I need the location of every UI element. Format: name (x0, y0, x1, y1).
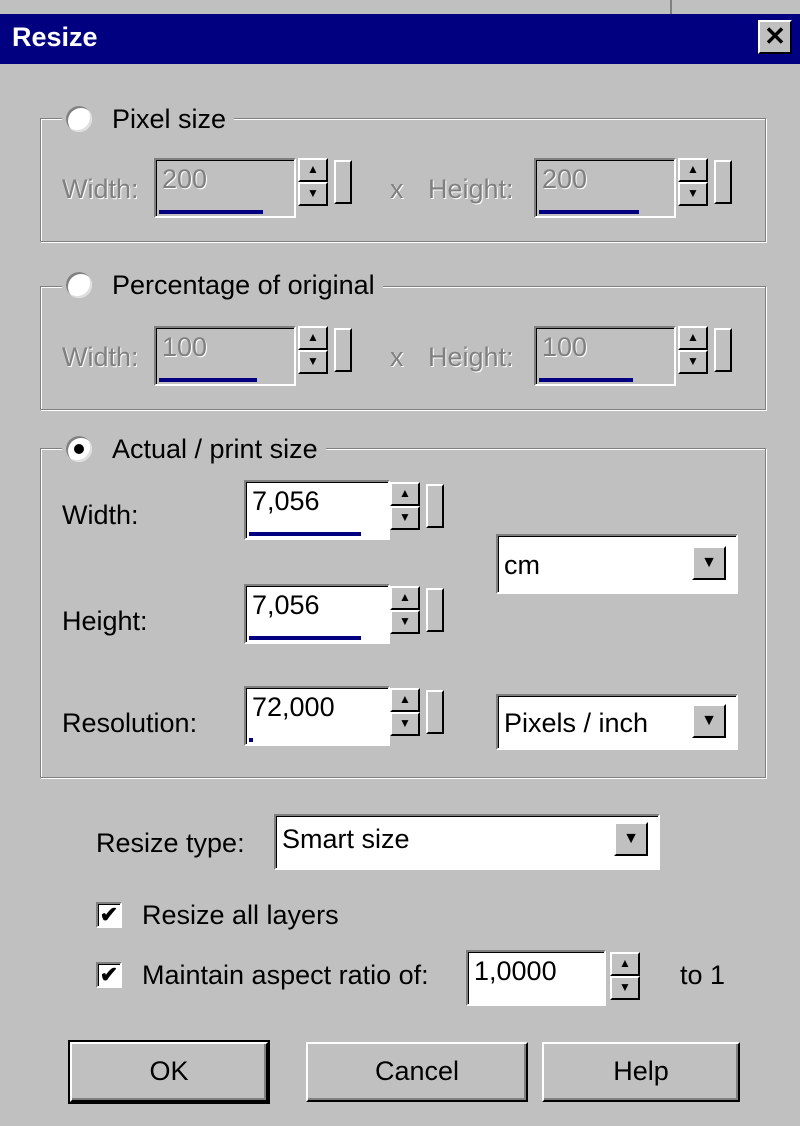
resize-all-layers-checkbox[interactable]: ✔ (96, 902, 122, 928)
percent-width-label: Width: (62, 342, 139, 372)
actual-width-spinner[interactable]: ▲ ▼ (390, 482, 420, 530)
unit-dropdown[interactable]: cm ▼ (496, 534, 738, 594)
window-title: Resize (12, 22, 98, 52)
pixel-width-preset-button[interactable] (334, 160, 352, 204)
cancel-button[interactable]: Cancel (306, 1042, 528, 1102)
background-window-strip (600, 0, 800, 14)
percent-width-spinner[interactable]: ▲ ▼ (298, 326, 328, 374)
percent-width-progress (159, 378, 257, 382)
actual-height-value: 7,056 (252, 590, 320, 620)
arrow-up-icon[interactable]: ▲ (678, 326, 708, 350)
percentage-radio[interactable] (66, 272, 92, 298)
pixel-width-input[interactable]: 200 (154, 158, 296, 218)
aspect-ratio-suffix: to 1 (680, 960, 726, 990)
title-bar[interactable] (0, 14, 800, 64)
actual-width-label: Width: (62, 500, 139, 530)
arrow-down-icon[interactable]: ▼ (298, 182, 328, 206)
actual-width-value: 7,056 (252, 486, 320, 516)
percent-width-input[interactable]: 100 (154, 326, 296, 386)
arrow-down-icon[interactable]: ▼ (390, 712, 420, 736)
actual-height-spinner[interactable]: ▲ ▼ (390, 586, 420, 634)
percent-height-value: 100 (542, 332, 588, 362)
close-icon: ✕ (764, 21, 786, 51)
actual-width-input[interactable]: 7,056 (244, 480, 390, 540)
check-icon: ✔ (99, 962, 119, 987)
arrow-down-icon[interactable]: ▼ (298, 350, 328, 374)
resize-type-dropdown[interactable]: Smart size ▼ (274, 814, 660, 870)
pixel-width-progress (159, 210, 263, 214)
maintain-aspect-checkbox[interactable]: ✔ (96, 962, 122, 988)
actual-size-legend: Actual / print size (62, 432, 326, 466)
pixel-times-label: x (390, 174, 404, 204)
resolution-unit-dropdown[interactable]: Pixels / inch ▼ (496, 694, 738, 750)
chevron-down-icon[interactable]: ▼ (692, 704, 726, 738)
pixel-width-value: 200 (162, 164, 208, 194)
arrow-down-icon[interactable]: ▼ (678, 182, 708, 206)
chevron-down-icon[interactable]: ▼ (614, 822, 648, 856)
pixel-height-spinner[interactable]: ▲ ▼ (678, 158, 708, 206)
pixel-height-label: Height: (428, 174, 514, 204)
aspect-ratio-input[interactable]: 1,0000 (466, 950, 606, 1006)
pixel-height-value: 200 (542, 164, 588, 194)
ok-button[interactable]: OK (68, 1040, 270, 1104)
resize-type-value: Smart size (282, 824, 410, 854)
close-button[interactable]: ✕ (758, 20, 792, 54)
pixel-size-legend: Pixel size (62, 102, 235, 136)
pixel-height-progress (539, 210, 639, 214)
arrow-up-icon[interactable]: ▲ (678, 158, 708, 182)
actual-width-progress (249, 532, 361, 536)
actual-width-preset-button[interactable] (426, 484, 444, 528)
pixel-height-input[interactable]: 200 (534, 158, 676, 218)
resolution-input[interactable]: 72,000 (244, 686, 390, 746)
background-window-divider (670, 0, 672, 14)
resolution-unit-value: Pixels / inch (504, 708, 649, 738)
percentage-label: Percentage of original (112, 270, 375, 300)
percent-width-preset-button[interactable] (334, 328, 352, 372)
unit-dropdown-value: cm (504, 550, 540, 580)
percent-height-label: Height: (428, 342, 514, 372)
arrow-up-icon[interactable]: ▲ (390, 586, 420, 610)
check-icon: ✔ (99, 902, 119, 927)
pixel-width-spinner[interactable]: ▲ ▼ (298, 158, 328, 206)
resolution-progress (249, 738, 253, 742)
actual-size-label: Actual / print size (112, 434, 318, 464)
resize-all-layers-label: Resize all layers (142, 900, 339, 930)
help-button[interactable]: Help (542, 1042, 740, 1102)
chevron-down-icon[interactable]: ▼ (692, 546, 726, 580)
maintain-aspect-label: Maintain aspect ratio of: (142, 960, 429, 990)
percent-times-label: x (390, 342, 404, 372)
arrow-up-icon[interactable]: ▲ (298, 158, 328, 182)
resize-type-label: Resize type: (96, 828, 245, 858)
pixel-height-preset-button[interactable] (714, 160, 732, 204)
arrow-up-icon[interactable]: ▲ (390, 482, 420, 506)
actual-height-preset-button[interactable] (426, 588, 444, 632)
pixel-width-label: Width: (62, 174, 139, 204)
arrow-down-icon[interactable]: ▼ (390, 610, 420, 634)
percentage-legend: Percentage of original (62, 268, 383, 302)
actual-height-progress (249, 636, 361, 640)
actual-height-input[interactable]: 7,056 (244, 584, 390, 644)
resolution-label: Resolution: (62, 708, 198, 738)
actual-size-radio[interactable] (66, 436, 92, 462)
resolution-spinner[interactable]: ▲ ▼ (390, 688, 420, 736)
arrow-down-icon[interactable]: ▼ (678, 350, 708, 374)
percent-height-input[interactable]: 100 (534, 326, 676, 386)
resolution-value: 72,000 (252, 692, 335, 722)
arrow-up-icon[interactable]: ▲ (390, 688, 420, 712)
pixel-size-radio[interactable] (66, 106, 92, 132)
radio-selected-dot (74, 444, 84, 454)
arrow-up-icon[interactable]: ▲ (610, 952, 640, 976)
percent-height-spinner[interactable]: ▲ ▼ (678, 326, 708, 374)
aspect-ratio-spinner[interactable]: ▲ ▼ (610, 952, 640, 1000)
pixel-size-label: Pixel size (112, 104, 227, 134)
percent-height-preset-button[interactable] (714, 328, 732, 372)
resolution-preset-button[interactable] (426, 690, 444, 734)
arrow-up-icon[interactable]: ▲ (298, 326, 328, 350)
aspect-ratio-value: 1,0000 (474, 956, 557, 986)
percent-height-progress (539, 378, 633, 382)
actual-height-label: Height: (62, 606, 148, 636)
arrow-down-icon[interactable]: ▼ (390, 506, 420, 530)
percent-width-value: 100 (162, 332, 208, 362)
arrow-down-icon[interactable]: ▼ (610, 976, 640, 1000)
